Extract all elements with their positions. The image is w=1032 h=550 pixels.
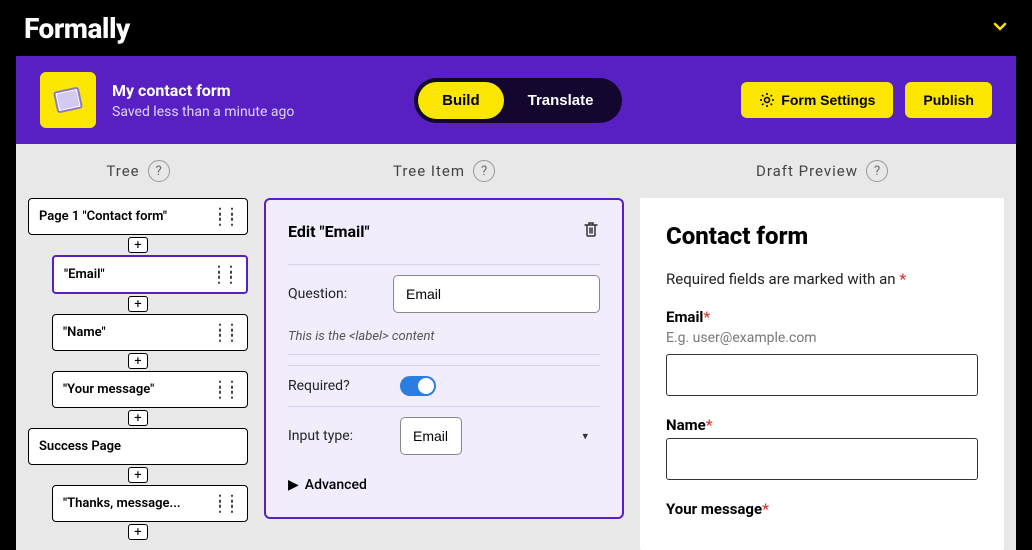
name-label: Name* bbox=[666, 416, 978, 434]
tree-node-name[interactable]: "Name" ⋮⋮⋮⋮ bbox=[52, 314, 248, 351]
form-header-bar: My contact form Saved less than a minute… bbox=[16, 56, 1016, 144]
form-settings-button[interactable]: Form Settings bbox=[741, 82, 893, 118]
advanced-toggle[interactable]: ▶ Advanced bbox=[288, 465, 600, 497]
add-node-button[interactable]: + bbox=[128, 467, 148, 483]
preview-header: Draft Preview ? bbox=[640, 160, 1004, 182]
tree-node-success[interactable]: Success Page bbox=[28, 428, 248, 465]
required-row: Required? bbox=[288, 365, 600, 406]
question-row: Question: bbox=[288, 264, 600, 323]
caret-down-icon: ▾ bbox=[582, 430, 588, 443]
tree-column: Tree ? Page 1 "Contact form" ⋮⋮⋮⋮ + "Ema… bbox=[28, 160, 248, 550]
input-type-label: Input type: bbox=[288, 428, 388, 444]
build-tab[interactable]: Build bbox=[418, 82, 504, 119]
app-logo: Formally bbox=[24, 12, 130, 45]
save-status: Saved less than a minute ago bbox=[112, 104, 294, 120]
add-node-button[interactable]: + bbox=[128, 296, 148, 312]
field-message: Your message* bbox=[666, 500, 978, 518]
required-label: Required? bbox=[288, 378, 388, 394]
name-input[interactable] bbox=[666, 438, 978, 480]
translate-tab[interactable]: Translate bbox=[504, 82, 618, 119]
help-icon[interactable]: ? bbox=[473, 160, 495, 182]
top-bar: Formally bbox=[0, 0, 1032, 56]
form-meta: My contact form Saved less than a minute… bbox=[112, 81, 294, 120]
question-label: Question: bbox=[288, 286, 381, 302]
tree-node-thanks[interactable]: "Thanks, message... ⋮⋮⋮⋮ bbox=[52, 485, 248, 522]
question-input[interactable] bbox=[393, 275, 600, 313]
form-type-icon bbox=[40, 72, 96, 128]
drag-handle-icon[interactable]: ⋮⋮⋮⋮ bbox=[212, 269, 236, 281]
input-type-select[interactable]: Email bbox=[400, 417, 462, 455]
preview-panel: Contact form Required fields are marked … bbox=[640, 198, 1004, 550]
add-node-button[interactable]: + bbox=[128, 410, 148, 426]
add-node-button[interactable]: + bbox=[128, 237, 148, 253]
main-area: Tree ? Page 1 "Contact form" ⋮⋮⋮⋮ + "Ema… bbox=[16, 144, 1016, 550]
add-node-button[interactable]: + bbox=[128, 353, 148, 369]
gear-icon bbox=[759, 92, 775, 108]
tree-item-header: Tree Item ? bbox=[264, 160, 624, 182]
question-hint: This is the <label> content bbox=[288, 329, 600, 355]
help-icon[interactable]: ? bbox=[148, 160, 170, 182]
drag-handle-icon[interactable]: ⋮⋮⋮⋮ bbox=[213, 211, 237, 223]
preview-heading: Contact form bbox=[666, 222, 978, 250]
drag-handle-icon[interactable]: ⋮⋮⋮⋮ bbox=[213, 327, 237, 339]
publish-button[interactable]: Publish bbox=[905, 82, 992, 118]
email-label: Email* bbox=[666, 308, 978, 326]
edit-title: Edit "Email" bbox=[288, 222, 370, 241]
preview-column: Draft Preview ? Contact form Required fi… bbox=[640, 160, 1004, 550]
form-title: My contact form bbox=[112, 81, 294, 100]
drag-handle-icon[interactable]: ⋮⋮⋮⋮ bbox=[213, 498, 237, 510]
edit-panel: Edit "Email" Question: This is the <labe… bbox=[264, 198, 624, 519]
header-actions: Form Settings Publish bbox=[741, 82, 992, 118]
tree-node-email[interactable]: "Email" ⋮⋮⋮⋮ bbox=[52, 255, 248, 294]
input-type-row: Input type: Email ▾ bbox=[288, 406, 600, 465]
field-name: Name* bbox=[666, 416, 978, 480]
required-star-icon: * bbox=[899, 270, 906, 288]
required-note: Required fields are marked with an * bbox=[666, 270, 978, 288]
caret-right-icon: ▶ bbox=[288, 477, 299, 493]
field-email: Email* E.g. user@example.com bbox=[666, 308, 978, 396]
add-node-button[interactable]: + bbox=[128, 524, 148, 540]
tree-node-message[interactable]: "Your message" ⋮⋮⋮⋮ bbox=[52, 371, 248, 408]
email-hint: E.g. user@example.com bbox=[666, 330, 978, 346]
help-icon[interactable]: ? bbox=[866, 160, 888, 182]
form-info: My contact form Saved less than a minute… bbox=[40, 72, 294, 128]
tree-item-column: Tree Item ? Edit "Email" Question: This … bbox=[264, 160, 624, 550]
tree-node-page1[interactable]: Page 1 "Contact form" ⋮⋮⋮⋮ bbox=[28, 198, 248, 235]
chevron-down-icon[interactable] bbox=[992, 18, 1008, 38]
message-label: Your message* bbox=[666, 500, 978, 518]
drag-handle-icon[interactable]: ⋮⋮⋮⋮ bbox=[213, 384, 237, 396]
required-toggle[interactable] bbox=[400, 376, 436, 396]
mode-switch: Build Translate bbox=[414, 78, 621, 123]
email-input[interactable] bbox=[666, 354, 978, 396]
trash-icon[interactable] bbox=[582, 220, 600, 242]
tree-header: Tree ? bbox=[28, 160, 248, 182]
edit-header: Edit "Email" bbox=[288, 220, 600, 242]
